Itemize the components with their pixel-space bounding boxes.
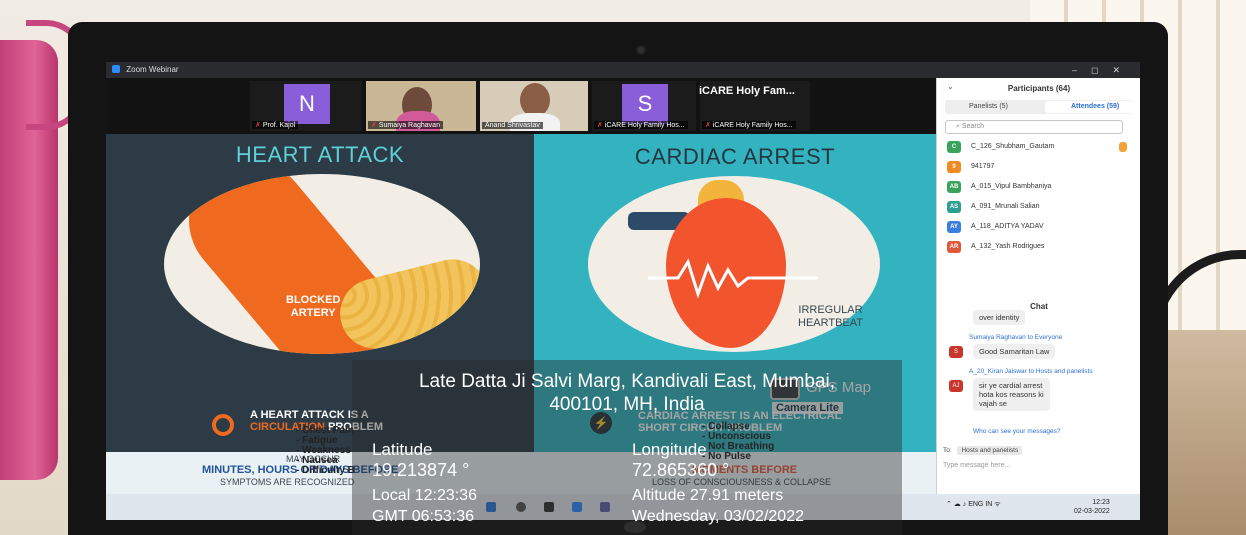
participant-row[interactable]: AS A_091_Mrunali Salian [947, 201, 1127, 215]
artery-illustration [164, 174, 480, 354]
circulation-icon [212, 414, 234, 436]
window-title: Zoom Webinar [126, 65, 179, 74]
gps-address: Late Datta Ji Salvi Marg, Kandivali East… [418, 371, 836, 415]
wifi-icon[interactable]: ᯤ [994, 501, 1000, 508]
raise-hand-icon [1119, 142, 1127, 152]
muted-mic-icon: ✗ [371, 122, 377, 129]
gmt-time: GMT 06:53:36 [372, 508, 474, 525]
altitude: Altitude 27.91 meters [632, 487, 784, 504]
participant-avatar: AS [947, 201, 961, 213]
chat-message: sir ye cardial arrest hota kos reasons k… [973, 378, 1050, 411]
longitude-label: Longitude [632, 440, 707, 459]
participant-avatar: AB [947, 181, 961, 193]
participant-video [520, 83, 550, 117]
blocked-artery-label: BLOCKED ARTERY [286, 294, 341, 319]
chat-message-input[interactable]: Type message here... [943, 462, 1010, 469]
participant-name: A_091_Mrunali Salian [971, 203, 1040, 210]
muted-mic-icon: ✗ [597, 122, 603, 129]
participant-avatar: AR [947, 241, 961, 253]
participant-name: ✗ Sumaiya Raghavan [368, 121, 443, 129]
participant-row[interactable]: AB A_015_Vipul Bambhaniya [947, 181, 1127, 195]
irregular-heartbeat-label: IRREGULAR HEARTBEAT [798, 304, 863, 329]
taskbar-clock[interactable]: 12:23 02-03-2022 [1074, 498, 1110, 516]
participant-avatar: S [622, 84, 668, 124]
chat-message-meta: A_20_Kiran Jaiswar to Hosts and panelist… [969, 368, 1093, 375]
zoom-titlebar: Zoom Webinar –◻✕ [106, 62, 1140, 78]
participant-avatar: 9 [947, 161, 961, 173]
chat-avatar: AJ [949, 380, 963, 392]
participant-name: Anand Shrivastav [482, 122, 543, 129]
participant-name: ✗ iCARE Holy Family Hos... [594, 121, 688, 129]
video-thumbnail[interactable]: Anand Shrivastav [480, 81, 588, 131]
local-time: Local 12:23:36 [372, 487, 477, 504]
participant-name: C_126_Shubham_Gautam [971, 143, 1055, 150]
chat-message: Good Samaritan Law [973, 344, 1056, 359]
latitude-value: 19.213874 ° [372, 460, 470, 480]
tray-icons[interactable]: ⌃ ☁ ♪ [946, 501, 968, 508]
chat-avatar: S [949, 346, 963, 358]
participants-header: Participants (64) [1007, 84, 1071, 93]
participant-name: ✗ iCARE Holy Family Hos... [702, 121, 796, 129]
video-thumbnail[interactable]: S ✗ iCARE Holy Family Hos... [592, 81, 696, 131]
language-indicator[interactable]: ENG IN [968, 501, 992, 508]
chat-message: over identity [973, 310, 1026, 325]
participant-row[interactable]: 9 941797 [947, 161, 1127, 175]
latitude-label: Latitude [372, 440, 433, 459]
window-controls[interactable]: –◻✕ [1072, 62, 1134, 78]
webcam [636, 45, 646, 55]
participant-avatar: AY [947, 221, 961, 233]
capture-date: Wednesday, 03/02/2022 [632, 508, 804, 525]
video-thumbnail-strip: N ✗ Prof. Kajol ✗ Sumaiya Raghavan Anand S… [106, 78, 936, 134]
chat-header: Chat [1030, 302, 1048, 311]
participant-name: ✗ Prof. Kajol [252, 121, 299, 129]
muted-mic-icon: ✗ [255, 122, 261, 129]
recognized-text: SYMPTOMS ARE RECOGNIZED [220, 477, 355, 487]
participant-avatar: C [947, 141, 961, 153]
cardiac-arrest-title: CARDIAC ARREST [634, 144, 836, 169]
active-speaker-label: iCARE Holy Fam... [699, 85, 795, 97]
participant-tabs: Panelists (5) Attendees (59) [945, 100, 1133, 114]
muted-mic-icon: ✗ [705, 122, 711, 129]
participant-name: A_132_Yash Rodrigues [971, 243, 1045, 250]
participant-name: A_118_ADITYA YADAV [971, 223, 1044, 230]
participant-search-input[interactable]: ⌕ Search [945, 120, 1123, 134]
video-thumbnail[interactable]: ✗ Sumaiya Raghavan [366, 81, 476, 131]
heart-attack-symptoms: - Chest Pain - Fatigue - Weakness - Naus… [296, 425, 355, 476]
participants-panel: ⌄ Participants (64) Panelists (5) Attend… [936, 78, 1140, 520]
participant-row[interactable]: AR A_132_Yash Rodrigues [947, 241, 1127, 255]
video-thumbnail[interactable]: N ✗ Prof. Kajol [250, 81, 362, 131]
tab-attendees[interactable]: Attendees (59) [1071, 103, 1119, 110]
participant-name: A_015_Vipul Bambhaniya [971, 183, 1052, 190]
tab-panelists[interactable]: Panelists (5) [969, 103, 1008, 110]
zoom-app-icon [112, 65, 120, 73]
chat-recipient-row: To: Hosts and panelists [943, 446, 1023, 455]
participant-name: 941797 [971, 163, 995, 170]
participant-avatar: N [284, 84, 330, 124]
participant-row[interactable]: AY A_118_ADITYA YADAV [947, 221, 1127, 235]
participant-row[interactable]: C C_126_Shubham_Gautam [947, 141, 1127, 155]
heartbeat-line-icon [648, 258, 818, 298]
system-tray: ⌃ ☁ ♪ ENG IN ᯤ [946, 500, 1001, 509]
who-can-see-link[interactable]: Who can see your messages? [973, 428, 1060, 435]
recipient-dropdown[interactable]: Hosts and panelists [957, 446, 1023, 455]
chat-message-meta: Sumaiya Raghavan to Everyone [969, 334, 1063, 341]
longitude-value: 72.865360 ° [632, 460, 730, 480]
heart-attack-title: HEART ATTACK [235, 142, 405, 167]
